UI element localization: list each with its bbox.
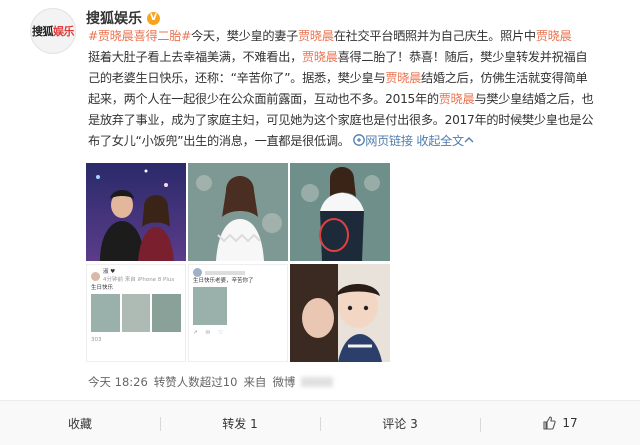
mini-likes: 303	[91, 337, 102, 343]
web-link[interactable]: 网页链接	[353, 134, 413, 148]
name-link[interactable]: 贾晓晨	[385, 71, 421, 85]
thumbs-up-icon	[543, 416, 556, 430]
post-text-segment: 喜得二胎了！恭喜！随后，樊少皇转发并祝福自	[337, 50, 588, 64]
comment-button[interactable]: 评论 3	[320, 415, 480, 432]
photo-mother-child[interactable]	[290, 264, 390, 362]
source-prefix: 来自	[243, 375, 267, 389]
post-source[interactable]: 微博	[272, 374, 295, 390]
post-reposts: 转赞人数超过10	[153, 375, 238, 389]
post-text-segment: 挺着大肚子看上去幸福美满，不难看出，	[88, 50, 302, 64]
name-link[interactable]: 贾晓晨	[302, 50, 338, 64]
post-text-segment: 己的老婆生日快乐，还称：“辛苦你了”。据悉，樊少皇与	[88, 71, 386, 85]
photo-woman-portrait[interactable]	[188, 163, 288, 261]
account-avatar[interactable]: 搜狐 娱乐	[30, 8, 76, 54]
post-meta: 今天 18:26 转赞人数超过10 来自 微博	[88, 374, 334, 390]
post-text-segment: 结婚之后，仿佛生活就变得简单	[421, 71, 588, 85]
photo-weibo-screenshot[interactable]: 淑 ♥ 4分钟前 来自 iPhone 8 Plus 生日快乐 303	[86, 264, 186, 362]
post-text-segment: 与樊少皇结婚之后，也	[474, 92, 594, 106]
post-time[interactable]: 今天 18:26	[88, 374, 148, 390]
like-button[interactable]: 17	[480, 416, 640, 432]
post-text-segment: 在社交平台晒照并为自己庆生。照片中	[333, 29, 536, 43]
mini-comment: 生日快乐老婆，辛苦你了	[193, 278, 254, 284]
post-text: #贾晓晨喜得二胎#今天，樊少皇的妻子贾晓晨在社交平台晒照并为自己庆生。照片中贾晓…	[88, 26, 630, 152]
post-text-segment: 起来，两个人在一起很少在公众面前露面，互动也不多。2015年的	[88, 92, 439, 106]
collapse-link[interactable]: 收起全文	[416, 134, 474, 148]
weibo-post-card: 搜狐 娱乐 搜狐娱乐 V #贾晓晨喜得二胎#今天，樊少皇的妻子贾晓晨在社交平台晒照…	[0, 0, 640, 445]
photo-comment-screenshot[interactable]: 生日快乐老婆，辛苦你了 ↗ ✉ ♡	[188, 264, 288, 362]
name-link[interactable]: 贾晓晨	[439, 92, 475, 106]
name-link[interactable]: 贾晓晨	[298, 29, 334, 43]
repost-button[interactable]: 转发 1	[160, 415, 320, 432]
avatar-text-a: 搜狐	[32, 25, 54, 38]
name-link[interactable]: 贾晓晨	[536, 29, 572, 43]
account-header: 搜狐娱乐 V	[86, 8, 160, 28]
blurred-source	[301, 377, 334, 387]
comment-label: 评论 3	[382, 416, 418, 431]
favorite-label: 收藏	[67, 416, 92, 431]
action-bar: 收藏 转发 1 评论 3 17	[0, 400, 640, 445]
post-text-segment: 今天，樊少皇的妻子	[191, 29, 299, 43]
web-link-label: 网页链接	[365, 134, 413, 148]
link-icon	[353, 134, 366, 146]
post-text-segment: 是放弃了事业，成为了家庭主妇，可见她为这个家庭也是付出很多。2017年的时候樊少…	[88, 113, 594, 127]
mini-avatar-icon	[91, 271, 100, 281]
photo-couple-event[interactable]	[86, 163, 186, 261]
v-badge-icon: V	[147, 11, 160, 25]
mini-text: 生日快乐	[91, 285, 114, 291]
hashtag-link[interactable]: #贾晓晨喜得二胎#	[88, 29, 191, 43]
mini-meta: 4分钟前 来自 iPhone 8 Plus	[103, 277, 175, 283]
favorite-button[interactable]: 收藏	[0, 415, 160, 432]
photo-pregnant-woman[interactable]	[290, 163, 390, 261]
account-name[interactable]: 搜狐娱乐	[86, 8, 142, 28]
like-count: 17	[562, 416, 578, 430]
caret-up-icon	[464, 137, 474, 143]
post-text-segment: 布了女儿“小饭兜”出生的消息，一直都是很低调。	[88, 134, 350, 148]
repost-label: 转发 1	[222, 416, 258, 431]
mini-user: 淑 ♥	[103, 269, 116, 275]
collapse-label: 收起全文	[416, 134, 464, 148]
avatar-text-b: 娱乐	[53, 25, 75, 38]
